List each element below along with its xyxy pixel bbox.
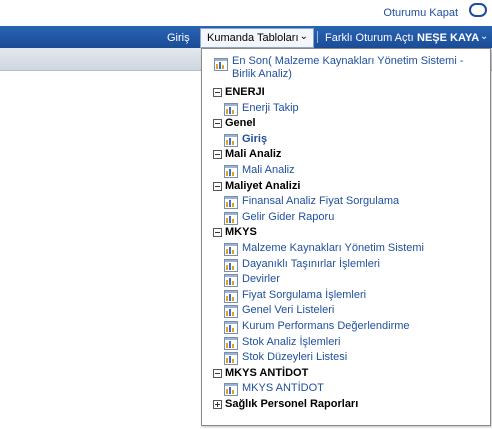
tree-group-label: Maliyet Analizi bbox=[225, 179, 301, 192]
top-bar: Oturumu Kapat bbox=[0, 0, 492, 26]
tree-group[interactable]: Sağlık Personel Raporları bbox=[211, 397, 486, 413]
tree-item[interactable]: Malzeme Kaynakları Yönetim Sistemi bbox=[211, 241, 486, 257]
tree-item-label: Finansal Analiz Fiyat Sorgulama bbox=[242, 195, 400, 208]
recent-dashboard-label: En Son( Malzeme Kaynakları Yönetim Siste… bbox=[232, 55, 464, 80]
dashboard-icon bbox=[224, 320, 238, 334]
dashboard-icon bbox=[224, 196, 238, 210]
tree-item[interactable]: Fiyat Sorgulama İşlemleri bbox=[211, 288, 486, 304]
tree-item[interactable]: Gelir Gider Raporu bbox=[211, 210, 486, 226]
tree-item[interactable]: Kurum Performans Değerlendirme bbox=[211, 319, 486, 335]
tree-item-label: Kurum Performans Değerlendirme bbox=[242, 319, 410, 332]
tree-group[interactable]: MKYS bbox=[211, 225, 486, 241]
tree-group[interactable]: MKYS ANTİDOT bbox=[211, 366, 486, 382]
tree-item[interactable]: Stok Analiz İşlemleri bbox=[211, 335, 486, 351]
dashboard-icon bbox=[224, 242, 238, 256]
dashboard-icon bbox=[224, 211, 238, 225]
tree-item[interactable]: Giriş bbox=[211, 132, 486, 148]
tree-item-label: Mali Analiz bbox=[242, 163, 295, 176]
tree-item[interactable]: Devirler bbox=[211, 272, 486, 288]
tree-group-label: Mali Analiz bbox=[225, 148, 282, 161]
collapse-icon[interactable] bbox=[213, 88, 222, 97]
user-chevron-down-icon[interactable]: ⌄ bbox=[480, 31, 488, 42]
dashboard-icon bbox=[224, 258, 238, 272]
tree-item[interactable]: Enerji Takip bbox=[211, 101, 486, 117]
tree-item-label: Malzeme Kaynakları Yönetim Sistemi bbox=[242, 241, 424, 254]
dashboard-icon bbox=[224, 289, 238, 303]
dashboard-icon bbox=[224, 274, 238, 288]
dashboard-icon bbox=[224, 102, 238, 116]
tree-item-label: Genel Veri Listeleri bbox=[242, 304, 335, 317]
tree-item-label: Dayanıklı Taşınırlar İşlemleri bbox=[242, 257, 380, 270]
recent-dashboard-item[interactable]: En Son( Malzeme Kaynakları Yönetim Siste… bbox=[210, 55, 480, 81]
tree-item-label: MKYS ANTİDOT bbox=[242, 382, 324, 395]
tree-item[interactable]: Mali Analiz bbox=[211, 163, 486, 179]
tree-item-label: Gelir Gider Raporu bbox=[242, 210, 335, 223]
tree-group[interactable]: Mali Analiz bbox=[211, 147, 486, 163]
dashboard-icon bbox=[224, 383, 238, 397]
nav-divider bbox=[317, 31, 318, 43]
tree-item[interactable]: Genel Veri Listeleri bbox=[211, 303, 486, 319]
tree-item[interactable]: MKYS ANTİDOT bbox=[211, 381, 486, 397]
collapse-icon[interactable] bbox=[213, 119, 222, 129]
dashboards-dropdown: En Son( Malzeme Kaynakları Yönetim Siste… bbox=[201, 48, 491, 426]
collapse-icon[interactable] bbox=[213, 181, 222, 191]
user-menu[interactable]: NEŞE KAYA bbox=[417, 32, 479, 44]
dashboard-icon bbox=[224, 305, 238, 319]
tree-group-label: Genel bbox=[225, 117, 256, 130]
tree-item-label: Devirler bbox=[242, 273, 280, 286]
tree-group[interactable]: Maliyet Analizi bbox=[211, 179, 486, 195]
tree-item-label: Fiyat Sorgulama İşlemleri bbox=[242, 288, 367, 301]
tree-item[interactable]: Dayanıklı Taşınırlar İşlemleri bbox=[211, 257, 486, 273]
tree-group[interactable]: Genel bbox=[211, 116, 486, 132]
tree-group-label: ENERJI bbox=[225, 86, 265, 98]
expand-icon[interactable] bbox=[213, 399, 222, 409]
tree-item[interactable]: Finansal Analiz Fiyat Sorgulama bbox=[211, 194, 486, 210]
sign-in-other-link[interactable]: Farklı Oturum Açtı bbox=[325, 32, 414, 44]
collapse-icon[interactable] bbox=[213, 150, 222, 160]
tree-item[interactable]: Stok Düzeyleri Listesi bbox=[211, 350, 486, 366]
tree-item-label: Giriş bbox=[242, 132, 268, 145]
tree-item-label: Stok Düzeyleri Listesi bbox=[242, 351, 348, 364]
dashboard-icon bbox=[214, 58, 228, 71]
collapse-icon[interactable] bbox=[213, 228, 222, 238]
dashboard-tree: ENERJI Enerji Takip Genel Giriş Mali Analiz M… bbox=[211, 85, 486, 412]
dashboard-icon bbox=[224, 133, 238, 147]
dashboards-menu-button[interactable]: Kumanda Tabloları ⌄ bbox=[200, 28, 314, 48]
dashboard-icon bbox=[224, 336, 238, 350]
tree-group-label: MKYS ANTİDOT bbox=[225, 366, 309, 379]
dashboard-icon bbox=[224, 352, 238, 366]
dashboards-menu-label: Kumanda Tabloları bbox=[207, 32, 299, 44]
nav-home-link[interactable]: Giriş bbox=[167, 32, 190, 44]
sign-out-link[interactable]: Oturumu Kapat bbox=[383, 7, 458, 19]
global-nav-bar: Giriş Kumanda Tabloları ⌄ Farklı Oturum … bbox=[0, 26, 492, 48]
tree-item-label: Stok Analiz İşlemleri bbox=[242, 335, 341, 348]
tree-group[interactable]: ENERJI bbox=[211, 85, 486, 101]
dashboard-icon bbox=[224, 164, 238, 178]
chevron-down-icon: ⌄ bbox=[299, 31, 308, 42]
tree-group-label: Sağlık Personel Raporları bbox=[225, 397, 359, 410]
oracle-logo-icon[interactable] bbox=[469, 3, 487, 17]
tree-group-label: MKYS bbox=[225, 226, 257, 239]
tree-item-label: Enerji Takip bbox=[242, 101, 299, 114]
collapse-icon[interactable] bbox=[213, 368, 222, 378]
